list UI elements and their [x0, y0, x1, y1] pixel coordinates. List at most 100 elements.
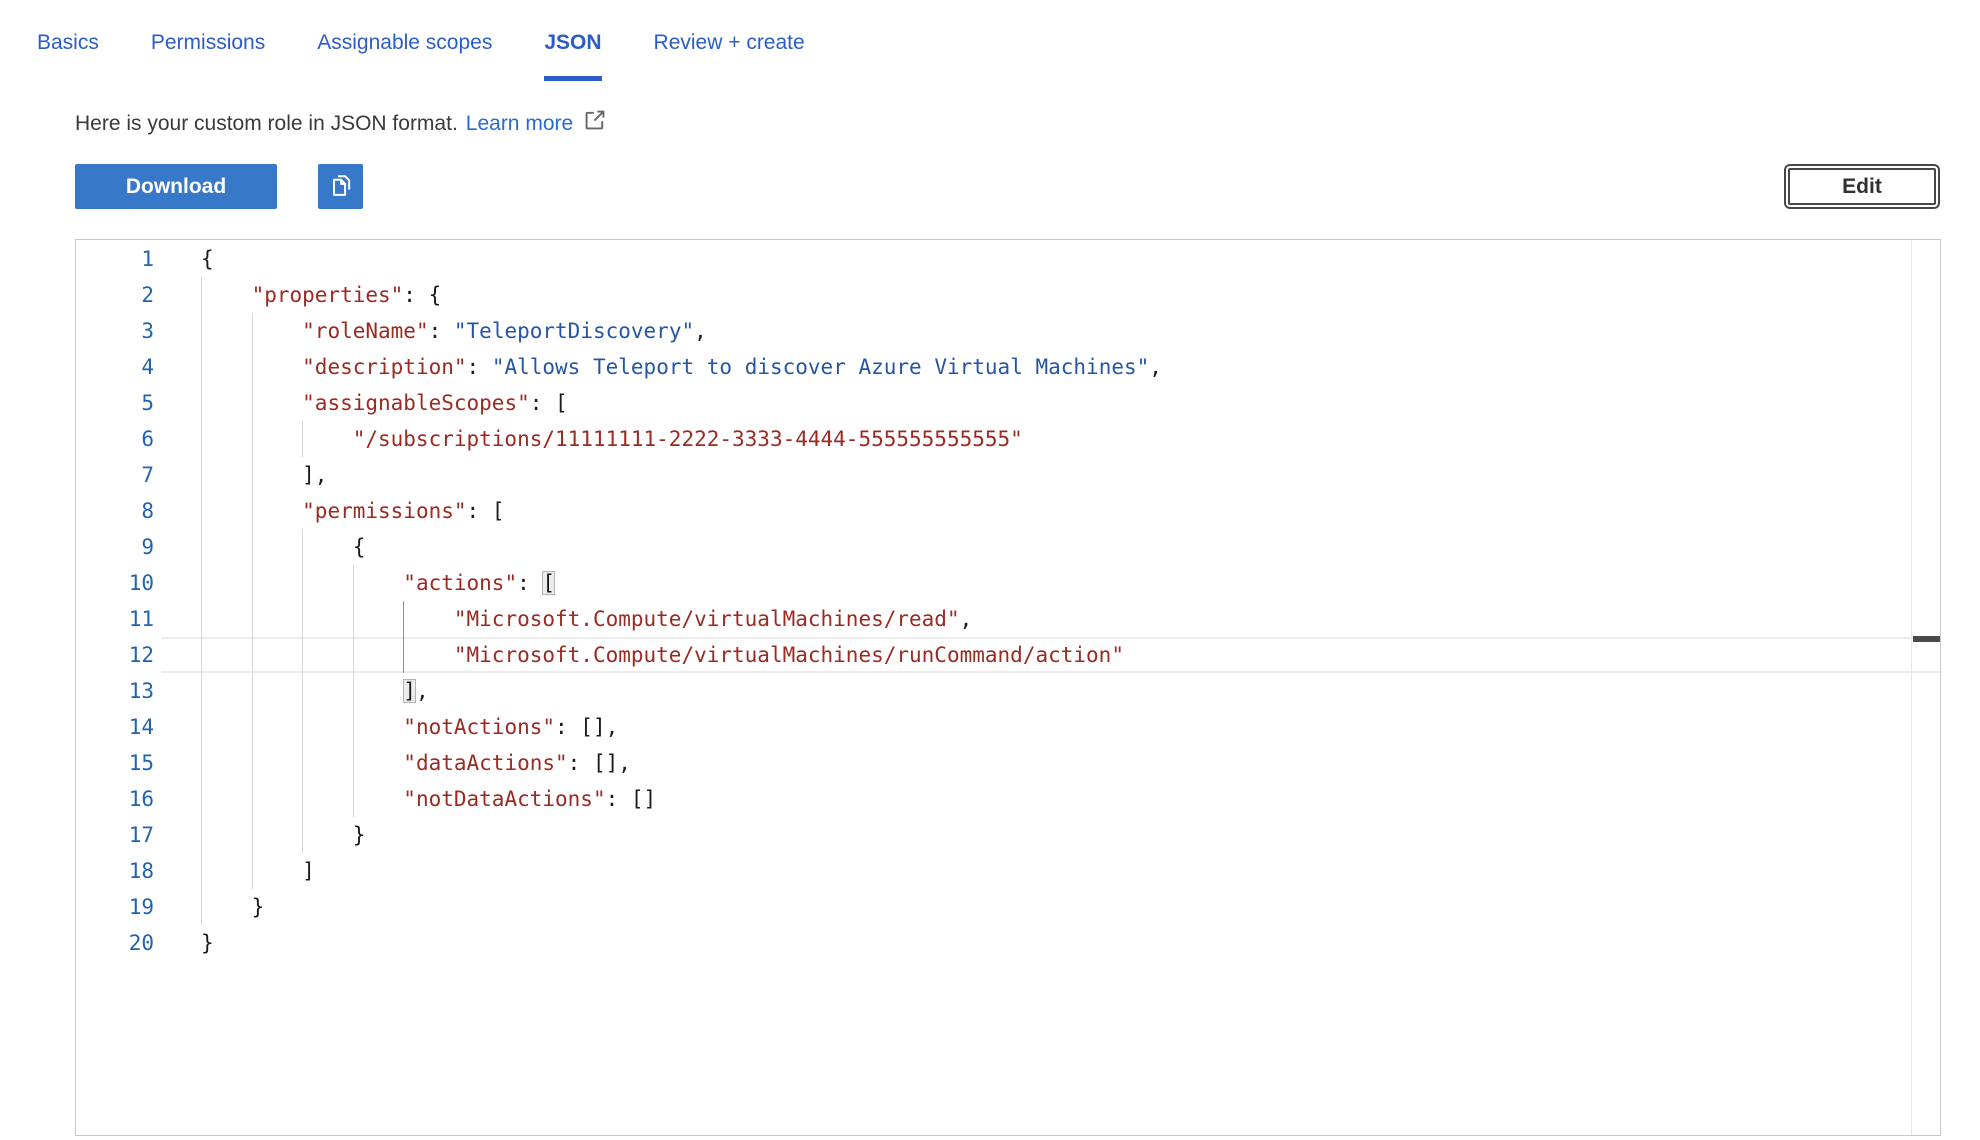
indent-guide — [201, 277, 202, 313]
json-toolbar: Download Edit — [75, 164, 1941, 209]
indent-guide — [201, 457, 202, 493]
indent-guide — [353, 565, 354, 601]
code-line[interactable]: 19 } — [76, 889, 1940, 925]
indent-guide — [403, 637, 404, 673]
code-text: "permissions": [ — [201, 493, 1940, 529]
indent-guide — [201, 889, 202, 925]
indent-guide — [201, 529, 202, 565]
code-text: { — [201, 241, 1940, 277]
code-line[interactable]: 1{ — [76, 241, 1940, 277]
indent-guide — [201, 637, 202, 673]
tab-review-create[interactable]: Review + create — [654, 30, 805, 81]
tab-assignable-scopes[interactable]: Assignable scopes — [317, 30, 492, 81]
code-line[interactable]: 13 ], — [76, 673, 1940, 709]
download-button[interactable]: Download — [75, 164, 277, 209]
overview-ruler-scrollbar[interactable] — [1911, 240, 1940, 1135]
indent-guide — [201, 601, 202, 637]
code-line[interactable]: 18 ] — [76, 853, 1940, 889]
indent-guide — [201, 709, 202, 745]
line-number: 15 — [76, 745, 201, 781]
indent-guide — [302, 421, 303, 457]
line-number: 8 — [76, 493, 201, 529]
indent-guide — [252, 493, 253, 529]
indent-guide — [201, 349, 202, 385]
code-text: { — [201, 529, 1940, 565]
indent-guide — [201, 385, 202, 421]
code-text: ] — [201, 853, 1940, 889]
code-line[interactable]: 6 "/subscriptions/11111111-2222-3333-444… — [76, 421, 1940, 457]
indent-guide — [302, 781, 303, 817]
copy-icon — [327, 171, 355, 202]
indent-guide — [353, 637, 354, 673]
indent-guide — [252, 349, 253, 385]
code-line[interactable]: 15 "dataActions": [], — [76, 745, 1940, 781]
copy-button[interactable] — [318, 164, 363, 209]
tab-basics[interactable]: Basics — [37, 30, 99, 81]
tab-json[interactable]: JSON — [544, 30, 601, 81]
code-line[interactable]: 17 } — [76, 817, 1940, 853]
line-number: 19 — [76, 889, 201, 925]
code-text: ], — [201, 673, 1940, 709]
indent-guide — [302, 709, 303, 745]
code-line[interactable]: 7 ], — [76, 457, 1940, 493]
external-link-icon — [583, 108, 607, 140]
code-line[interactable]: 10 "actions": [ — [76, 565, 1940, 601]
indent-guide — [252, 853, 253, 889]
indent-guide — [353, 673, 354, 709]
line-number: 12 — [76, 637, 201, 673]
indent-guide — [252, 385, 253, 421]
indent-guide — [353, 745, 354, 781]
code-line[interactable]: 9 { — [76, 529, 1940, 565]
code-line[interactable]: 20} — [76, 925, 1940, 961]
code-text: "notDataActions": [] — [201, 781, 1940, 817]
code-line[interactable]: 12 "Microsoft.Compute/virtualMachines/ru… — [76, 637, 1940, 673]
line-number: 2 — [76, 277, 201, 313]
wizard-tabs: Basics Permissions Assignable scopes JSO… — [0, 0, 1980, 81]
code-line[interactable]: 2 "properties": { — [76, 277, 1940, 313]
indent-guide — [201, 421, 202, 457]
line-number: 9 — [76, 529, 201, 565]
code-text: } — [201, 817, 1940, 853]
json-editor[interactable]: 1{2 "properties": {3 "roleName": "Telepo… — [75, 239, 1941, 1136]
code-line[interactable]: 8 "permissions": [ — [76, 493, 1940, 529]
code-text: "Microsoft.Compute/virtualMachines/read"… — [201, 601, 1940, 637]
indent-guide — [302, 529, 303, 565]
edit-button[interactable]: Edit — [1788, 168, 1936, 205]
indent-guide — [302, 601, 303, 637]
learn-more-link[interactable]: Learn more — [466, 110, 573, 138]
code-text: "dataActions": [], — [201, 745, 1940, 781]
line-number: 13 — [76, 673, 201, 709]
indent-guide — [252, 457, 253, 493]
code-line[interactable]: 4 "description": "Allows Teleport to dis… — [76, 349, 1940, 385]
code-line[interactable]: 5 "assignableScopes": [ — [76, 385, 1940, 421]
line-number: 3 — [76, 313, 201, 349]
code-lines: 1{2 "properties": {3 "roleName": "Telepo… — [76, 241, 1940, 961]
code-line[interactable]: 16 "notDataActions": [] — [76, 781, 1940, 817]
indent-guide — [403, 601, 404, 637]
code-line[interactable]: 14 "notActions": [], — [76, 709, 1940, 745]
indent-guide — [353, 709, 354, 745]
line-number: 17 — [76, 817, 201, 853]
line-number: 5 — [76, 385, 201, 421]
indent-guide — [252, 781, 253, 817]
indent-guide — [201, 673, 202, 709]
code-text: "/subscriptions/11111111-2222-3333-4444-… — [201, 421, 1940, 457]
indent-guide — [252, 745, 253, 781]
indent-guide — [252, 565, 253, 601]
code-line[interactable]: 11 "Microsoft.Compute/virtualMachines/re… — [76, 601, 1940, 637]
indent-guide — [252, 529, 253, 565]
code-text: "properties": { — [201, 277, 1940, 313]
cursor-overview-mark — [1913, 636, 1940, 642]
code-text: "description": "Allows Teleport to disco… — [201, 349, 1940, 385]
indent-guide — [302, 817, 303, 853]
code-line[interactable]: 3 "roleName": "TeleportDiscovery", — [76, 313, 1940, 349]
indent-guide — [302, 673, 303, 709]
code-text: ], — [201, 457, 1940, 493]
tab-permissions[interactable]: Permissions — [151, 30, 265, 81]
indent-guide — [201, 817, 202, 853]
line-number: 7 — [76, 457, 201, 493]
indent-guide — [201, 781, 202, 817]
line-number: 18 — [76, 853, 201, 889]
indent-guide — [302, 565, 303, 601]
indent-guide — [353, 601, 354, 637]
